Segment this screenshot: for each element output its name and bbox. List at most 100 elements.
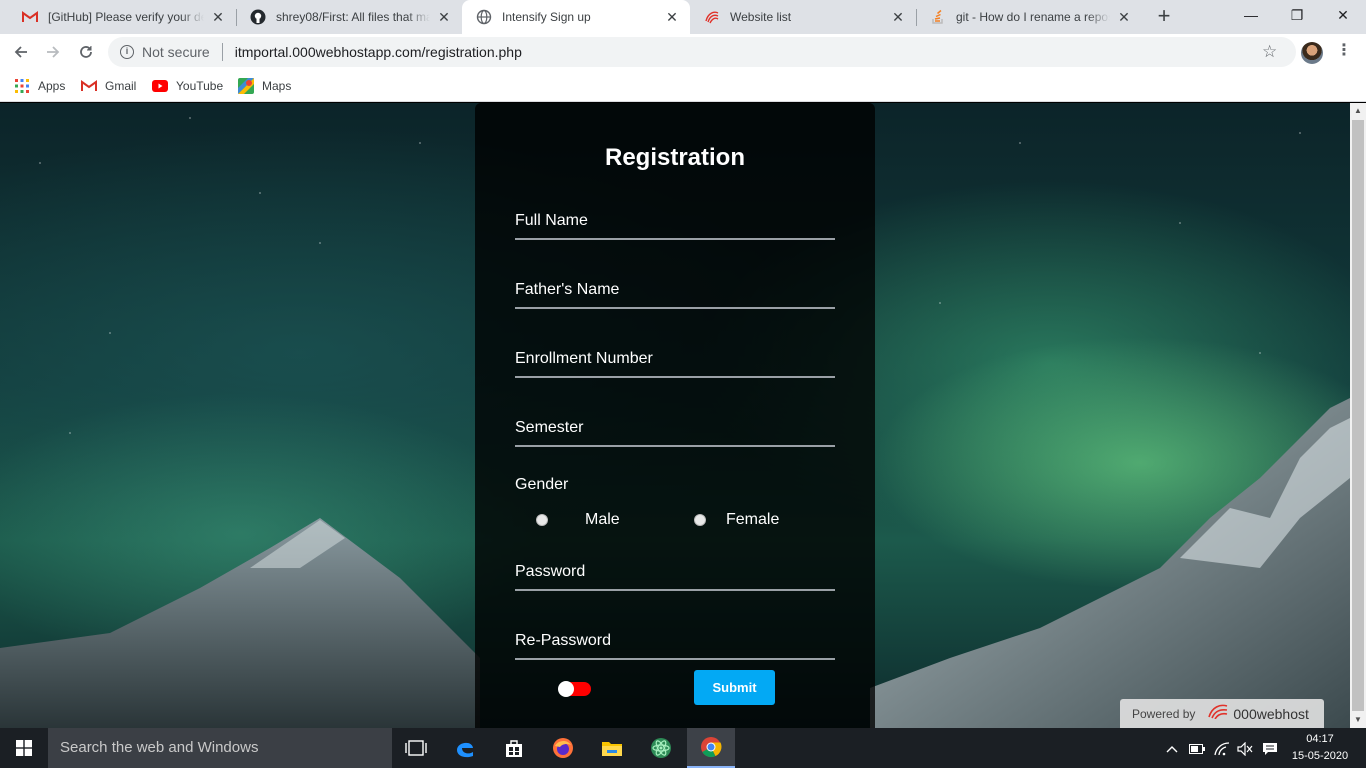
apps-grid-icon <box>14 78 30 94</box>
forward-button[interactable] <box>39 38 67 66</box>
field-label: Password <box>515 563 586 580</box>
toggle-switch[interactable] <box>558 681 591 697</box>
tab-stackoverflow[interactable]: git - How do I rename a repository ✕ <box>916 0 1142 34</box>
bookmark-star-icon[interactable]: ☆ <box>1262 43 1277 61</box>
start-button[interactable] <box>0 728 48 768</box>
windows-taskbar: Search the web and Windows 04:17 15-05-2… <box>0 728 1366 768</box>
enrollment-number-field[interactable]: Enrollment Number <box>515 344 835 378</box>
field-label: Re-Password <box>515 632 612 649</box>
avatar[interactable] <box>1301 42 1323 64</box>
close-window-button[interactable]: ✕ <box>1320 0 1366 30</box>
taskbar-file-explorer[interactable] <box>588 728 636 768</box>
vertical-scrollbar[interactable]: ▲ ▼ <box>1350 103 1366 728</box>
tab-intensify-signup[interactable]: Intensify Sign up ✕ <box>462 0 690 34</box>
tab-github-repo[interactable]: shrey08/First: All files that made ✕ <box>236 0 462 34</box>
system-clock[interactable]: 04:17 15-05-2020 <box>1282 731 1358 765</box>
volume-muted-icon[interactable] <box>1237 728 1253 768</box>
fathers-name-field[interactable]: Father's Name <box>515 275 835 309</box>
close-tab-icon[interactable]: ✕ <box>1116 9 1132 25</box>
close-tab-icon[interactable]: ✕ <box>210 9 226 25</box>
bookmarks-bar: Apps Gmail YouTube Maps <box>0 70 1366 102</box>
edge-icon <box>457 742 473 758</box>
re-password-field[interactable]: Re-Password <box>515 626 835 660</box>
bookmark-maps[interactable]: Maps <box>238 76 291 96</box>
000webhost-icon <box>704 9 720 25</box>
page-viewport: Registration Full Name Father's Name Enr… <box>0 103 1350 728</box>
folder-icon <box>602 742 622 756</box>
taskbar-edge[interactable] <box>441 728 489 768</box>
bookmark-apps[interactable]: Apps <box>14 76 65 96</box>
semester-field[interactable]: Semester <box>515 413 835 447</box>
globe-icon <box>476 9 492 25</box>
address-bar[interactable]: i Not secure itmportal.000webhostapp.com… <box>108 37 1296 67</box>
gender-male-label: Male <box>585 511 620 528</box>
bookmark-gmail[interactable]: Gmail <box>81 76 136 96</box>
toggle-knob <box>558 681 574 697</box>
chrome-icon <box>701 737 722 758</box>
submit-button[interactable]: Submit <box>694 670 775 705</box>
000webhost-logo-icon <box>1207 703 1229 724</box>
taskbar-atom[interactable] <box>637 728 685 768</box>
powered-by-brand: 000webhost <box>1233 705 1309 722</box>
url-text: itmportal.000webhostapp.com/registration… <box>234 44 522 60</box>
taskbar-firefox[interactable] <box>539 728 587 768</box>
info-icon[interactable]: i <box>120 45 134 59</box>
battery-icon[interactable] <box>1189 728 1205 768</box>
reload-icon <box>80 46 92 58</box>
tab-github-verify[interactable]: [GitHub] Please verify your device ✕ <box>8 0 236 34</box>
wifi-icon[interactable] <box>1214 728 1230 768</box>
taskbar-store[interactable] <box>490 728 538 768</box>
powered-by-badge[interactable]: Powered by 000webhost <box>1120 699 1324 728</box>
close-tab-icon[interactable]: ✕ <box>890 9 906 25</box>
gmail-icon <box>22 9 38 25</box>
restore-button[interactable]: ❐ <box>1274 0 1320 30</box>
back-button[interactable] <box>7 38 35 66</box>
full-name-field[interactable]: Full Name <box>515 206 835 240</box>
tab-title: Intensify Sign up <box>502 10 591 24</box>
minimize-button[interactable]: — <box>1228 0 1274 30</box>
gender-female-radio[interactable] <box>694 514 706 526</box>
notification-icon[interactable] <box>1262 728 1278 768</box>
security-status: Not secure <box>142 44 210 60</box>
youtube-icon <box>152 78 168 94</box>
github-icon <box>250 9 266 25</box>
clock-date: 15-05-2020 <box>1291 750 1349 762</box>
field-label: Father's Name <box>515 281 620 298</box>
tab-title: Website list <box>730 10 792 24</box>
bookmark-label: Gmail <box>105 79 137 93</box>
browser-tab-strip: [GitHub] Please verify your device ✕ shr… <box>0 0 1366 34</box>
firefox-icon <box>553 738 573 758</box>
bookmark-label: YouTube <box>176 79 224 93</box>
close-tab-icon[interactable]: ✕ <box>436 9 452 25</box>
back-arrow-icon <box>14 46 27 58</box>
close-tab-icon[interactable]: ✕ <box>664 9 680 25</box>
tray-chevron-up-icon[interactable] <box>1166 728 1178 768</box>
maps-icon <box>238 78 254 94</box>
scrollbar-thumb[interactable] <box>1352 120 1364 711</box>
tab-title: [GitHub] Please verify your device <box>48 10 204 24</box>
field-label: Enrollment Number <box>515 350 653 367</box>
gmail-icon <box>81 78 97 94</box>
scroll-up-arrow-icon[interactable]: ▲ <box>1350 103 1366 119</box>
more-menu-icon[interactable]: ⋮ <box>1336 41 1352 61</box>
windows-logo-icon <box>16 740 32 756</box>
taskbar-search-box[interactable]: Search the web and Windows <box>48 728 392 768</box>
browser-toolbar: i Not secure itmportal.000webhostapp.com… <box>0 34 1366 70</box>
password-field[interactable]: Password <box>515 557 835 591</box>
taskbar-chrome[interactable] <box>687 728 735 768</box>
gender-male-radio[interactable] <box>536 514 548 526</box>
bookmark-label: Maps <box>262 79 292 93</box>
tab-website-list[interactable]: Website list ✕ <box>690 0 916 34</box>
bookmark-label: Apps <box>38 79 66 93</box>
store-icon <box>506 740 522 757</box>
scroll-down-arrow-icon[interactable]: ▼ <box>1350 712 1366 728</box>
task-view-icon <box>405 740 427 756</box>
task-view-button[interactable] <box>392 728 440 768</box>
divider <box>221 43 223 61</box>
forward-arrow-icon <box>47 46 60 58</box>
new-tab-button[interactable]: + <box>1152 5 1176 29</box>
bookmark-youtube[interactable]: YouTube <box>152 76 223 96</box>
field-label: Semester <box>515 419 584 436</box>
reload-button[interactable] <box>72 38 100 66</box>
gender-label: Gender <box>515 476 569 493</box>
